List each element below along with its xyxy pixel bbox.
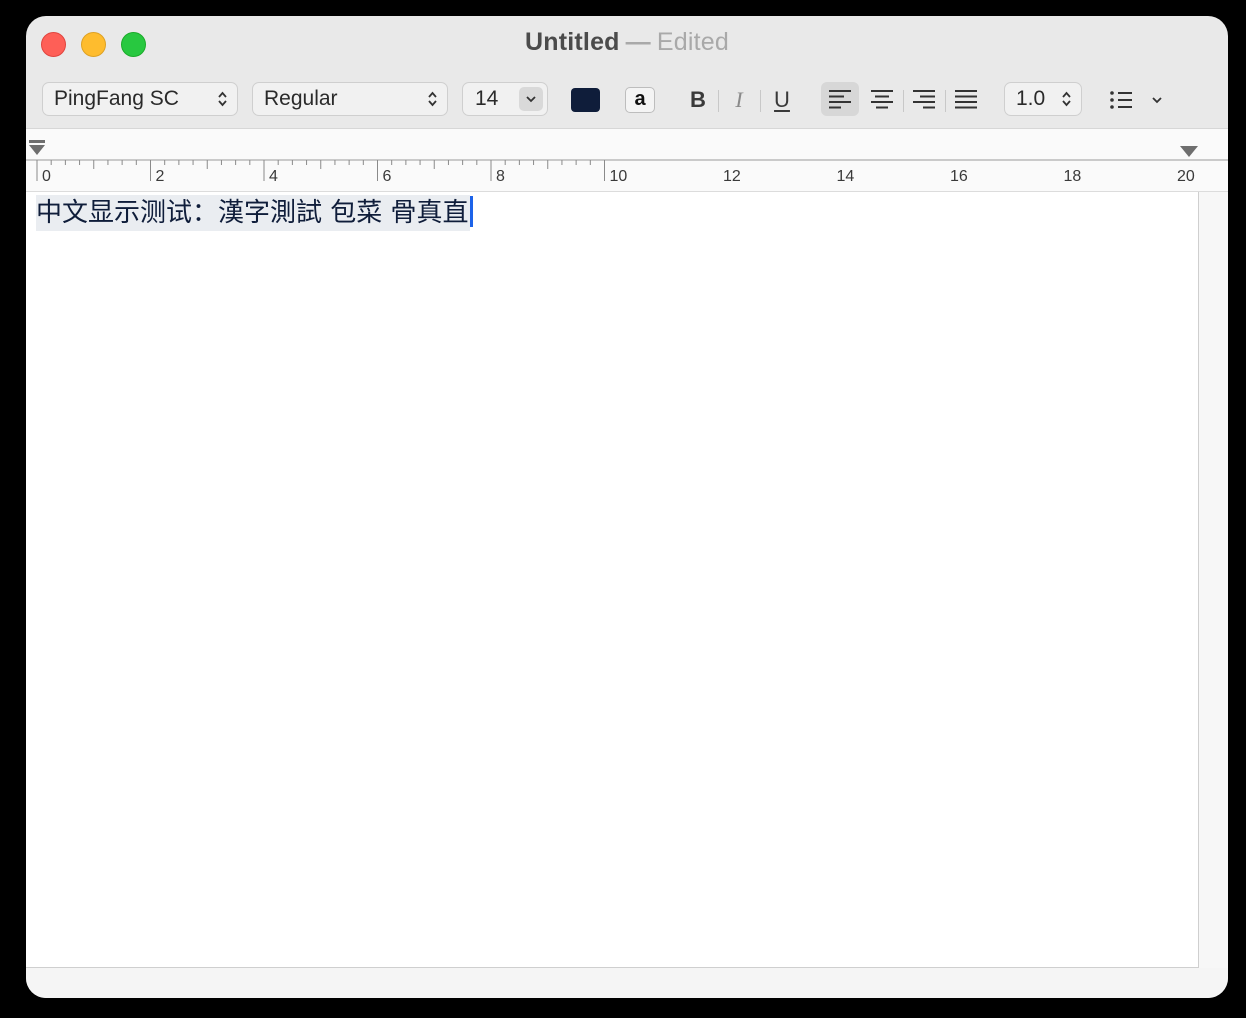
align-right-button[interactable] — [905, 82, 943, 116]
document-text[interactable]: 中文显示测试：漢字測試 包菜 骨真直 — [36, 195, 470, 231]
line-spacing-popup[interactable]: 1.0 — [1004, 82, 1082, 116]
align-left-button[interactable] — [821, 82, 859, 116]
bottom-bar — [26, 968, 1228, 998]
right-gutter — [1199, 192, 1228, 968]
italic-button[interactable]: I — [724, 86, 754, 114]
edited-status: Edited — [656, 28, 729, 56]
font-style-value: Regular — [264, 87, 338, 110]
align-justify-button[interactable] — [947, 82, 985, 116]
ruler-label: 6 — [382, 168, 392, 185]
document-name: Untitled — [525, 28, 620, 56]
textedit-window: Untitled — Edited PingFang SC Regular 14 a… — [26, 16, 1228, 998]
ruler-label: 18 — [1063, 168, 1082, 185]
align-left-icon — [829, 90, 851, 109]
font-size-dropdown[interactable] — [519, 87, 543, 111]
toolbar-divider — [760, 90, 761, 112]
align-center-icon — [871, 90, 893, 109]
font-size-combo[interactable]: 14 — [462, 82, 548, 116]
text-caret — [470, 196, 473, 227]
font-style-popup[interactable]: Regular — [252, 82, 448, 116]
ruler-label: 14 — [836, 168, 855, 185]
right-indent-marker — [1180, 146, 1198, 157]
chevron-up-down-icon — [218, 91, 227, 107]
font-size-value: 14 — [475, 87, 499, 110]
ruler[interactable]: 0 2 4 6 8 10 12 14 16 18 20 — [26, 128, 1228, 192]
align-center-button[interactable] — [863, 82, 901, 116]
text-color-well[interactable] — [571, 88, 600, 112]
document-text-area[interactable]: 中文显示测试：漢字測試 包菜 骨真直 — [26, 192, 1199, 968]
ruler-label: 2 — [155, 168, 165, 185]
chevron-up-down-icon — [1062, 91, 1071, 107]
ruler-label: 4 — [269, 168, 278, 185]
list-style-button[interactable] — [1108, 88, 1168, 114]
align-right-icon — [913, 90, 935, 109]
ruler-label: 8 — [496, 168, 505, 185]
window-title: Untitled — Edited — [26, 28, 1228, 57]
bulleted-list-icon — [1110, 91, 1162, 109]
align-justify-icon — [955, 90, 977, 109]
line-spacing-value: 1.0 — [1016, 87, 1046, 110]
ruler-label: 16 — [950, 168, 968, 185]
toolbar-divider — [718, 90, 719, 112]
font-family-popup[interactable]: PingFang SC — [42, 82, 238, 116]
left-indent-marker — [29, 140, 45, 155]
bold-button[interactable]: B — [683, 86, 713, 114]
chevron-up-down-icon — [428, 91, 437, 107]
ruler-label: 20 — [1177, 168, 1195, 185]
ruler-label: 10 — [609, 168, 628, 185]
background-color-well[interactable]: a — [625, 87, 655, 113]
font-family-value: PingFang SC — [54, 87, 179, 110]
toolbar-divider — [945, 90, 946, 112]
chevron-down-icon — [526, 96, 536, 103]
toolbar-divider — [903, 90, 904, 112]
ruler-label: 0 — [42, 168, 51, 185]
underline-button[interactable]: U — [767, 86, 797, 114]
ruler-label: 12 — [723, 168, 741, 185]
title-separator: — — [625, 28, 651, 56]
